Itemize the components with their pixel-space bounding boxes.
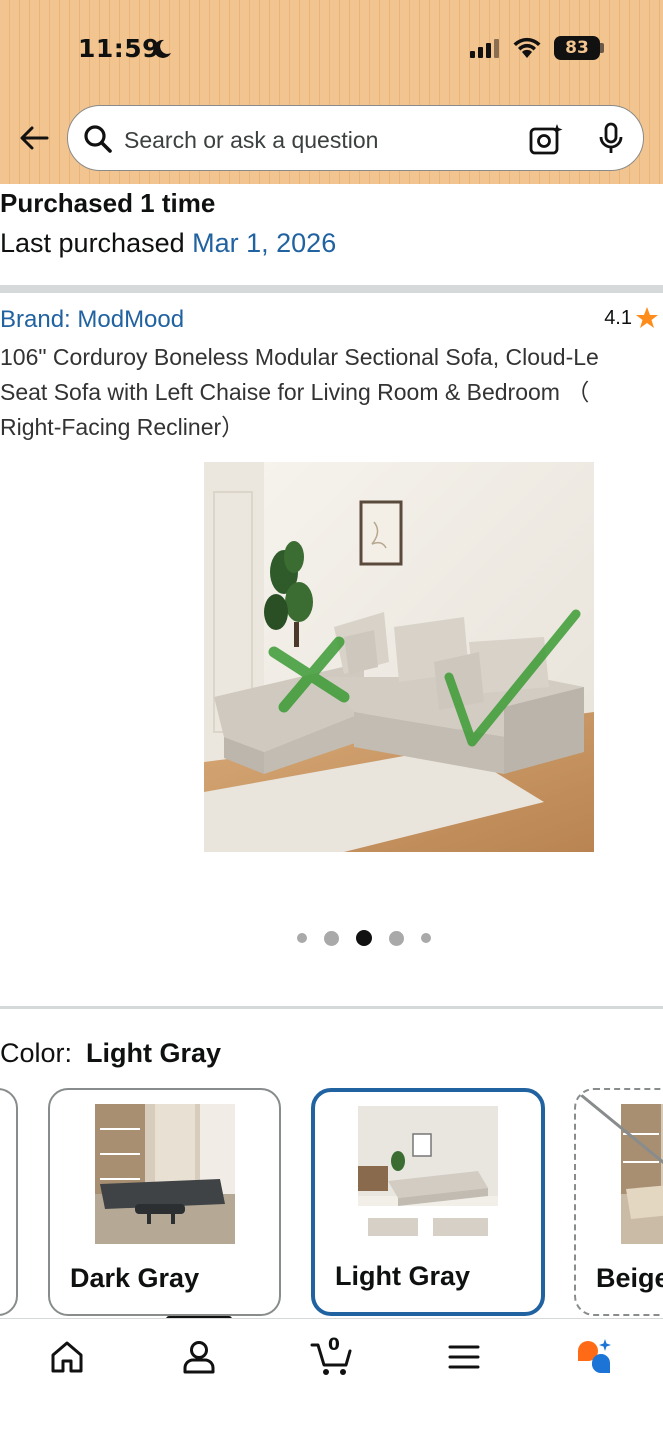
battery-cap — [600, 43, 604, 53]
battery-indicator: 83 — [554, 36, 600, 60]
carousel-dot-active[interactable] — [355, 930, 372, 946]
image-carousel-dots[interactable] — [0, 930, 663, 946]
product-title-line: Right-Facing Recliner） — [0, 414, 245, 440]
brand-link[interactable]: Brand: ModMood — [0, 306, 184, 334]
section-divider — [0, 285, 663, 293]
product-title-line: Seat Sofa with Left Chaise for Living Ro… — [0, 379, 590, 405]
nav-menu[interactable] — [434, 1333, 494, 1381]
account-icon — [183, 1341, 215, 1374]
wifi-icon — [513, 37, 541, 58]
last-purchased: Last purchased Mar 1, 2026 — [0, 228, 336, 259]
sofa-photo — [204, 462, 594, 852]
cellular-signal-icon — [470, 38, 499, 58]
nav-account[interactable] — [169, 1333, 229, 1381]
cart-count: 0 — [328, 1335, 340, 1355]
product-image[interactable] — [204, 462, 594, 852]
color-swatch-light-gray[interactable]: Light Gray — [311, 1088, 545, 1316]
color-swatch-dark-gray[interactable]: Dark Gray — [48, 1088, 281, 1316]
carousel-dot[interactable] — [323, 930, 339, 946]
last-purchased-label: Last purchased — [0, 228, 193, 258]
nav-home[interactable] — [37, 1333, 97, 1381]
search-icon — [84, 125, 112, 153]
microphone-icon[interactable] — [598, 122, 624, 156]
selected-color: Light Gray — [86, 1038, 222, 1068]
nav-rufus[interactable] — [564, 1333, 624, 1381]
camera-search-icon[interactable] — [528, 122, 564, 156]
bottom-navigation: 0 — [0, 1318, 663, 1440]
swatch-thumbnail — [95, 1104, 235, 1244]
carousel-dot[interactable] — [296, 933, 307, 943]
rufus-icon — [578, 1339, 611, 1374]
product-title-line: 106" Corduroy Boneless Modular Sectional… — [0, 344, 599, 370]
back-arrow-icon[interactable] — [18, 122, 50, 154]
rating-value: 4.1 — [604, 306, 632, 329]
product-title: 106" Corduroy Boneless Modular Sectional… — [0, 340, 663, 445]
purchased-count: Purchased 1 time — [0, 188, 216, 218]
moon-icon — [153, 39, 171, 58]
home-icon — [51, 1341, 83, 1373]
top-header: 11:59 83 Search or ask a question — [0, 0, 663, 184]
carousel-dot[interactable] — [388, 930, 404, 946]
swatch-label: Light Gray — [335, 1261, 471, 1291]
color-selector-label: Color: Light Gray — [0, 1038, 221, 1069]
search-bar[interactable]: Search or ask a question — [67, 105, 644, 171]
color-swatch-previous[interactable] — [0, 1088, 18, 1316]
swatch-thumbnail — [358, 1106, 498, 1246]
section-divider — [0, 1006, 663, 1009]
status-time: 11:59 — [78, 34, 161, 63]
color-label: Color: — [0, 1038, 73, 1068]
color-swatch-beige[interactable]: Beige — [574, 1088, 663, 1316]
last-purchased-date-link[interactable]: Mar 1, 2026 — [192, 228, 336, 258]
swatch-label: Dark Gray — [70, 1263, 200, 1293]
search-input[interactable]: Search or ask a question — [124, 127, 378, 154]
star-icon — [636, 307, 658, 328]
nav-cart[interactable]: 0 — [302, 1333, 362, 1381]
menu-icon — [448, 1345, 480, 1369]
swatch-label: Beige — [596, 1263, 663, 1293]
carousel-dot[interactable] — [420, 933, 431, 943]
product-rating[interactable]: 4.1 — [604, 306, 659, 330]
